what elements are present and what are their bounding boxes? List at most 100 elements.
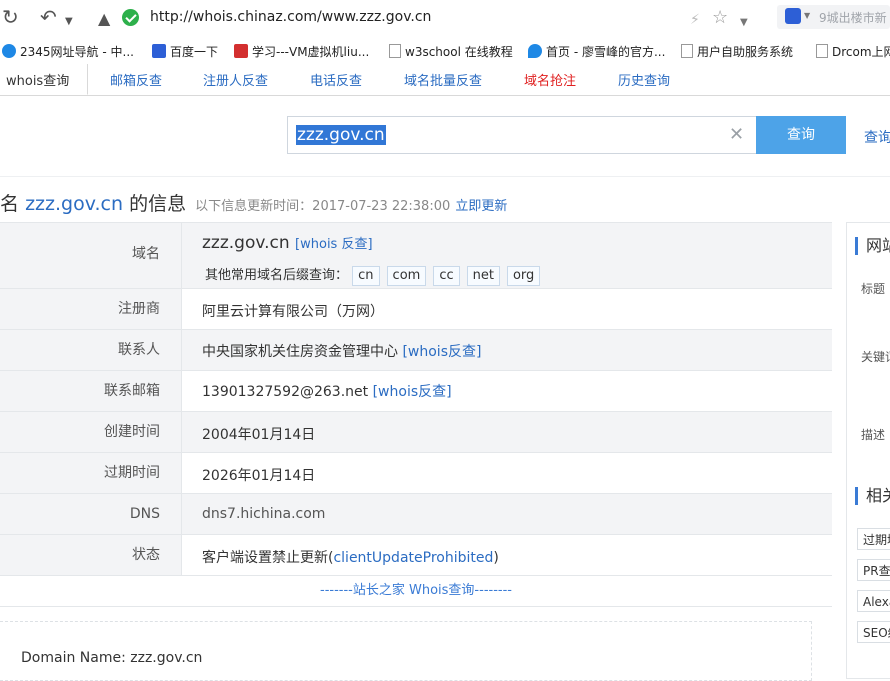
sidebar-item-alexa[interactable]: Alexa bbox=[857, 590, 890, 612]
row-label: 域名 bbox=[0, 223, 182, 288]
suffix-query: 其他常用域名后缀查询： cn com cc net org bbox=[205, 264, 547, 286]
row-label: DNS bbox=[0, 494, 182, 534]
sidebar-label-keywords: 关键词 bbox=[861, 350, 890, 364]
tab-phone-reverse[interactable]: 电话反查 bbox=[310, 70, 362, 89]
sidebar-item-expired[interactable]: 过期域名 bbox=[857, 528, 890, 550]
expires-value: 2026年01月14日 bbox=[202, 468, 316, 484]
right-sidebar: 网站 标题 关键词 描述 相关 过期域名 PR查询 Alexa SEO综合 bbox=[846, 222, 890, 679]
sidebar-title-site: 网站 bbox=[855, 237, 890, 255]
row-label: 过期时间 bbox=[0, 453, 182, 493]
title-prefix: 名 bbox=[0, 193, 20, 215]
contact-value: 中央国家机关住房资金管理中心 bbox=[202, 344, 398, 360]
table-row-status: 状态 客户端设置禁止更新(clientUpdateProhibited) bbox=[0, 535, 832, 576]
bookmark-liaoxuefeng[interactable]: 首页 - 廖雪峰的官方... bbox=[528, 43, 665, 60]
sidebar-label-title: 标题 bbox=[861, 282, 886, 296]
sidebar-title-related: 相关 bbox=[855, 487, 890, 505]
bookmark-drcom[interactable]: Drcom上网 bbox=[816, 43, 890, 60]
table-row-expires: 过期时间 2026年01月14日 bbox=[0, 453, 832, 494]
domain-search-box[interactable]: zzz.gov.cn ✕ bbox=[287, 116, 757, 154]
search-side-link[interactable]: 查询 bbox=[864, 127, 890, 147]
table-row-created: 创建时间 2004年01月14日 bbox=[0, 412, 832, 453]
table-row-dns: DNS dns7.hichina.com bbox=[0, 494, 832, 535]
engine-chevron-icon[interactable]: ▼ bbox=[804, 11, 810, 20]
created-value: 2004年01月14日 bbox=[202, 427, 316, 443]
sidebar-label-desc: 描述 bbox=[861, 428, 886, 442]
whois-footer: -------站长之家 Whois查询-------- bbox=[0, 576, 832, 607]
search-input[interactable]: zzz.gov.cn bbox=[296, 125, 386, 145]
page-icon bbox=[816, 44, 828, 58]
back-icon[interactable]: ↶ bbox=[40, 6, 57, 28]
status-suffix: ) bbox=[493, 550, 499, 566]
whois-table: 域名 zzz.gov.cn [whois 反查] 其他常用域名后缀查询： cn c… bbox=[0, 222, 832, 607]
status-code-link[interactable]: clientUpdateProhibited bbox=[333, 550, 493, 566]
row-label: 注册商 bbox=[0, 289, 182, 329]
suffix-cn[interactable]: cn bbox=[352, 266, 380, 286]
page-icon bbox=[681, 44, 693, 58]
clear-icon[interactable]: ✕ bbox=[729, 124, 744, 145]
row-value: zzz.gov.cn [whois 反查] bbox=[202, 233, 373, 253]
bookmark-favicon bbox=[2, 44, 16, 58]
rocket-icon bbox=[528, 44, 542, 58]
table-row-contact: 联系人 中央国家机关住房资金管理中心 [whois反查] bbox=[0, 330, 832, 371]
divider bbox=[0, 176, 890, 177]
bookmark-favicon bbox=[152, 44, 166, 58]
browser-search-placeholder: 9城出楼市新 bbox=[819, 11, 887, 25]
domain-value: zzz.gov.cn bbox=[202, 233, 290, 253]
star-icon[interactable]: ☆ bbox=[712, 7, 728, 29]
row-label: 联系人 bbox=[0, 330, 182, 370]
baidu-paw-icon bbox=[785, 8, 801, 24]
suffix-com[interactable]: com bbox=[386, 266, 427, 286]
bookmark-selfservice[interactable]: 用户自助服务系统 bbox=[681, 43, 793, 60]
dropdown-chevron-icon[interactable]: ▼ bbox=[740, 12, 748, 34]
contact-reverse-link[interactable]: [whois反查] bbox=[402, 344, 481, 360]
update-now-link[interactable]: 立即更新 bbox=[455, 199, 507, 214]
title-suffix: 的信息 bbox=[129, 193, 187, 215]
bookmark-favicon bbox=[234, 44, 248, 58]
bookmark-2345[interactable]: 2345网址导航 - 中... bbox=[2, 43, 134, 60]
back-history-chevron-icon[interactable]: ▼ bbox=[65, 11, 73, 33]
whois-tabs: whois查询 邮箱反查 注册人反查 电话反查 域名批量反查 域名抢注 历史查询 bbox=[0, 64, 890, 96]
table-row-email: 联系邮箱 13901327592@263.net [whois反查] bbox=[0, 371, 832, 412]
tab-email-reverse[interactable]: 邮箱反查 bbox=[110, 70, 162, 89]
browser-search-box[interactable]: ▼ 9城出楼市新 bbox=[777, 5, 890, 29]
search-button[interactable]: 查询 bbox=[756, 116, 846, 154]
browser-address-bar: ↻ ↶ ▼ ▲ http://whois.chinaz.com/www.zzz.… bbox=[0, 0, 890, 36]
raw-whois-box: Domain Name: zzz.gov.cn bbox=[0, 621, 812, 681]
sidebar-item-seo[interactable]: SEO综合 bbox=[857, 621, 890, 643]
tab-registrant-reverse[interactable]: 注册人反查 bbox=[203, 70, 268, 89]
bookmarks-bar: 2345网址导航 - 中... 百度一下 学习---VM虚拟机liu... w3… bbox=[0, 36, 890, 64]
email-reverse-link[interactable]: [whois反查] bbox=[373, 384, 452, 400]
whois-reverse-link[interactable]: [whois 反查] bbox=[295, 237, 373, 252]
page-title: 名 zzz.gov.cn 的信息 以下信息更新时间：2017-07-23 22:… bbox=[0, 189, 507, 216]
suffix-cc[interactable]: cc bbox=[433, 266, 460, 286]
bell-icon[interactable]: ▲ bbox=[98, 8, 110, 30]
row-value: 客户端设置禁止更新(clientUpdateProhibited) bbox=[202, 547, 499, 567]
row-label: 联系邮箱 bbox=[0, 371, 182, 411]
lightning-icon[interactable]: ⚡ bbox=[690, 9, 700, 31]
row-value: 中央国家机关住房资金管理中心 [whois反查] bbox=[202, 341, 481, 361]
update-time: 以下信息更新时间：2017-07-23 22:38:00 bbox=[195, 199, 451, 214]
suffix-net[interactable]: net bbox=[466, 266, 500, 286]
bookmark-baidu[interactable]: 百度一下 bbox=[152, 43, 218, 60]
bookmark-w3school[interactable]: w3school 在线教程 bbox=[389, 43, 513, 60]
sidebar-item-pr[interactable]: PR查询 bbox=[857, 559, 890, 581]
status-prefix: 客户端设置禁止更新( bbox=[202, 550, 334, 566]
tab-history[interactable]: 历史查询 bbox=[618, 70, 670, 89]
row-value: 13901327592@263.net [whois反查] bbox=[202, 381, 452, 401]
table-row-domain: 域名 zzz.gov.cn [whois 反查] 其他常用域名后缀查询： cn c… bbox=[0, 223, 832, 289]
bookmark-vm[interactable]: 学习---VM虚拟机liu... bbox=[234, 43, 369, 60]
suffix-org[interactable]: org bbox=[506, 266, 541, 286]
dns-value: dns7.hichina.com bbox=[202, 506, 326, 522]
url-field[interactable]: http://whois.chinaz.com/www.zzz.gov.cn bbox=[150, 9, 431, 25]
security-shield-icon[interactable] bbox=[122, 9, 139, 26]
tab-batch-reverse[interactable]: 域名批量反查 bbox=[404, 70, 482, 89]
suffix-label: 其他常用域名后缀查询： bbox=[205, 268, 349, 283]
tab-domain-snap[interactable]: 域名抢注 bbox=[524, 70, 576, 89]
title-domain[interactable]: zzz.gov.cn bbox=[25, 193, 123, 215]
refresh-icon[interactable]: ↻ bbox=[2, 6, 19, 28]
tab-whois[interactable]: whois查询 bbox=[0, 64, 88, 95]
raw-whois-line: Domain Name: zzz.gov.cn bbox=[21, 650, 203, 666]
registrar-value: 阿里云计算有限公司（万网） bbox=[202, 304, 384, 320]
row-label: 创建时间 bbox=[0, 412, 182, 452]
row-label: 状态 bbox=[0, 535, 182, 575]
